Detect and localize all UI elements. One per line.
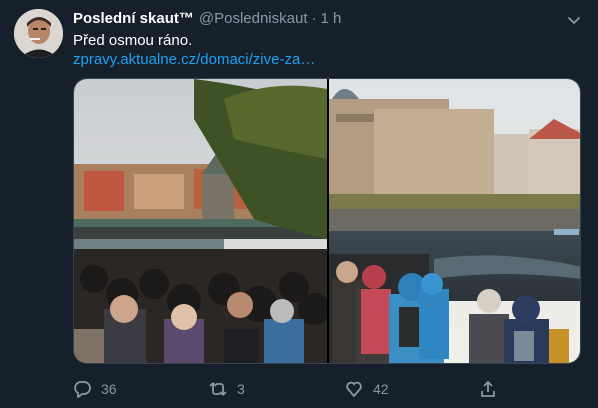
- reply-count: 36: [101, 381, 117, 397]
- like-button[interactable]: 42: [345, 378, 389, 400]
- tweet-header: Poslední skaut™ @Posledniskaut · 1 h: [73, 10, 341, 30]
- reply-button[interactable]: 36: [73, 378, 117, 400]
- reply-icon: [74, 381, 91, 398]
- timestamp[interactable]: 1 h: [321, 10, 342, 27]
- media-grid[interactable]: [73, 78, 581, 364]
- tweet-link[interactable]: zpravy.aktualne.cz/domaci/zive-za…: [73, 50, 315, 70]
- share-button[interactable]: [479, 378, 497, 400]
- retweet-icon: [209, 382, 227, 396]
- photo-left[interactable]: [74, 79, 330, 364]
- photo-right[interactable]: [329, 79, 581, 364]
- author-name[interactable]: Poslední skaut™: [73, 10, 194, 27]
- chevron-down-icon[interactable]: [566, 12, 582, 28]
- like-count: 42: [373, 381, 389, 397]
- avatar[interactable]: [14, 9, 63, 58]
- separator-dot: ·: [311, 10, 317, 27]
- share-icon: [481, 380, 495, 397]
- tweet-actions: 36 3 42: [73, 378, 513, 400]
- retweet-button[interactable]: 3: [209, 378, 245, 400]
- author-handle[interactable]: @Posledniskaut: [199, 10, 308, 27]
- tweet[interactable]: Poslední skaut™ @Posledniskaut · 1 h Pře…: [0, 0, 598, 408]
- tweet-text: Před osmou ráno.: [73, 32, 193, 49]
- heart-icon: [346, 381, 362, 398]
- retweet-count: 3: [237, 381, 245, 397]
